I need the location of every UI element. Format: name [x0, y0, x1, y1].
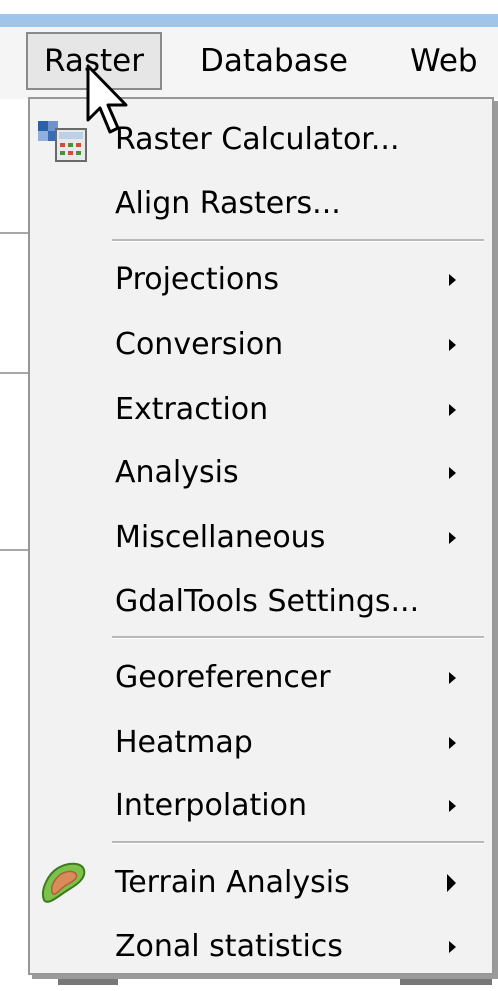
menu-item-label: Heatmap [115, 725, 253, 760]
menu-item-label: Zonal statistics [115, 929, 343, 964]
submenu-arrow-icon [449, 274, 456, 286]
menu-item-align-rasters[interactable]: Align Rasters... [30, 173, 492, 235]
menu-item-interpolation[interactable]: Interpolation [30, 775, 492, 837]
menu-separator [112, 239, 484, 242]
menu-item-label: Extraction [115, 392, 269, 427]
submenu-arrow-icon [449, 339, 456, 351]
menu-item-heatmap[interactable]: Heatmap [30, 712, 492, 774]
submenu-arrow-icon [449, 800, 456, 812]
menu-item-analysis[interactable]: Analysis [30, 442, 492, 504]
raster-calculator-icon [38, 121, 87, 162]
submenu-arrow-icon [449, 404, 456, 416]
menu-item-miscellaneous[interactable]: Miscellaneous [30, 507, 492, 569]
menu-item-label: Align Rasters... [115, 186, 341, 221]
menu-separator [112, 636, 484, 639]
menu-item-label: Georeferencer [115, 660, 331, 695]
background-divider [0, 232, 28, 234]
menu-item-extraction[interactable]: Extraction [30, 379, 492, 441]
menu-item-label: Analysis [115, 455, 239, 490]
background-divider [0, 549, 28, 551]
menubar-raster[interactable]: Raster [26, 32, 162, 90]
menu-item-terrain-analysis[interactable]: Terrain Analysis [30, 852, 492, 914]
menu-item-conversion[interactable]: Conversion [30, 314, 492, 376]
window-title-bar [0, 14, 498, 27]
menubar-web[interactable]: Web [394, 32, 494, 90]
submenu-arrow-icon [449, 532, 456, 544]
menu-item-georeferencer[interactable]: Georeferencer [30, 647, 492, 709]
background-window-edge [0, 99, 28, 991]
background-divider [0, 372, 28, 374]
menu-item-zonal-statistics[interactable]: Zonal statistics [30, 916, 492, 978]
menubar-database[interactable]: Database [184, 32, 364, 90]
menu-item-label: Interpolation [115, 788, 307, 823]
background-fragment [58, 979, 118, 985]
menu-separator [112, 841, 484, 844]
background-fragment [400, 979, 492, 985]
submenu-arrow-icon [449, 941, 456, 953]
raster-dropdown-menu: Raster Calculator... Align Rasters... Pr… [28, 97, 494, 975]
menu-item-raster-calculator[interactable]: Raster Calculator... [30, 109, 492, 171]
menu-item-label: Projections [115, 262, 279, 297]
submenu-arrow-icon [447, 874, 456, 892]
menu-item-label: Miscellaneous [115, 520, 326, 555]
submenu-arrow-icon [449, 672, 456, 684]
menu-item-projections[interactable]: Projections [30, 249, 492, 311]
submenu-arrow-icon [449, 467, 456, 479]
menu-item-label: Conversion [115, 327, 284, 362]
screen-top-strip [0, 0, 498, 14]
menu-bar: Raster Database Web [0, 27, 498, 99]
menu-item-label: Raster Calculator... [115, 122, 400, 157]
submenu-arrow-icon [449, 737, 456, 749]
menu-item-label: Terrain Analysis [115, 865, 350, 900]
menu-item-label: GdalTools Settings... [115, 584, 420, 619]
menu-item-gdaltools-settings[interactable]: GdalTools Settings... [30, 571, 492, 633]
terrain-analysis-icon [42, 862, 86, 903]
